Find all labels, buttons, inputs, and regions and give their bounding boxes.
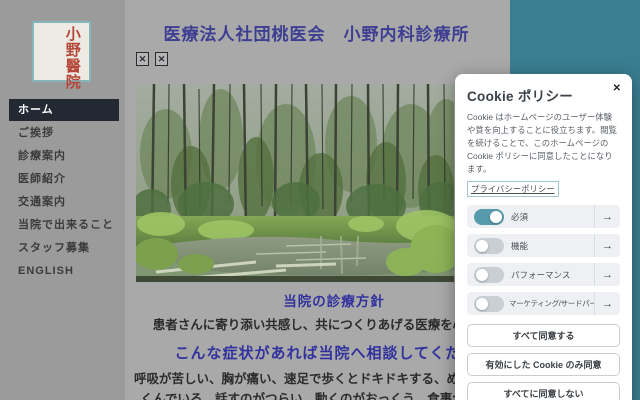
sidebar-nav: ホーム ご挨拶 診療案内 医師紹介 交通案内 当院で出来ること スタッフ募集 E… (0, 99, 125, 283)
clinic-seal-logo[interactable]: ··········· 小野醫院 ··· ··· (32, 21, 91, 82)
sidebar: ··········· 小野醫院 ··· ··· ホーム ご挨拶 診療案内 医師… (0, 0, 125, 400)
toggle-label: 機能 (511, 240, 594, 252)
toggle-knob (476, 298, 488, 310)
toggle-row-performance: パフォーマンス → (467, 263, 620, 286)
toggle-knob (476, 240, 488, 252)
cookie-dialog-body: Cookie はホームページのユーザー体験や質を向上することに役立ちます。閲覧を… (467, 111, 620, 176)
toggle-knob (476, 269, 488, 281)
cookie-toggle-list: 必須 → 機能 → パフォーマンス → マーケティング/サードパーティ → (467, 205, 620, 315)
hero-forest-photo (136, 84, 454, 282)
cookie-consent-dialog: ✕ Cookie ポリシー Cookie はホームページのユーザー体験や質を向上… (455, 74, 632, 400)
toggle-row-marketing: マーケティング/サードパーティ → (467, 292, 620, 315)
page-title: 医療法人社団桃医会 小野内科診療所 (125, 20, 508, 45)
toggle-row-functional: 機能 → (467, 234, 620, 257)
chevron-right-icon[interactable]: → (594, 205, 620, 228)
chevron-right-icon[interactable]: → (594, 234, 620, 257)
broken-image-icon: ✕ (155, 52, 168, 66)
cookie-dialog-title: Cookie ポリシー (467, 85, 620, 105)
sidebar-item-home[interactable]: ホーム (9, 99, 119, 121)
toggle-label: 必須 (511, 211, 594, 223)
accept-all-button[interactable]: すべて同意する (467, 324, 620, 347)
toggle-label: パフォーマンス (511, 269, 594, 281)
sidebar-item-english[interactable]: ENGLISH (0, 260, 125, 283)
accept-enabled-button[interactable]: 有効にした Cookie のみ同意 (467, 353, 620, 376)
broken-images-row: ✕ ✕ (136, 52, 168, 66)
toggle-required[interactable] (474, 209, 504, 225)
seal-characters: 小野醫院 (38, 26, 85, 90)
sidebar-item-access[interactable]: 交通案内 (0, 191, 125, 214)
chevron-right-icon[interactable]: → (594, 292, 620, 315)
sidebar-item-medical-info[interactable]: 診療案内 (0, 145, 125, 168)
toggle-marketing[interactable] (474, 296, 504, 312)
cookie-button-group: すべて同意する 有効にした Cookie のみ同意 すべてに同意しない (467, 324, 620, 400)
reject-all-button[interactable]: すべてに同意しない (467, 382, 620, 400)
privacy-policy-link[interactable]: プライバシーポリシー (467, 181, 559, 197)
sidebar-item-doctor-intro[interactable]: 医師紹介 (0, 168, 125, 191)
sidebar-item-greeting[interactable]: ご挨拶 (0, 122, 125, 145)
sidebar-item-services[interactable]: 当院で出来ること (0, 214, 125, 237)
chevron-right-icon[interactable]: → (594, 263, 620, 286)
toggle-performance[interactable] (474, 267, 504, 283)
browser-viewport: ··········· 小野醫院 ··· ··· ホーム ご挨拶 診療案内 医師… (0, 0, 640, 400)
toggle-row-required: 必須 → (467, 205, 620, 228)
toggle-label: マーケティング/サードパーティ (509, 298, 594, 309)
sidebar-item-recruit[interactable]: スタッフ募集 (0, 237, 125, 260)
broken-image-icon: ✕ (136, 52, 149, 66)
close-icon[interactable]: ✕ (611, 81, 623, 96)
toggle-knob (490, 211, 502, 223)
toggle-functional[interactable] (474, 238, 504, 254)
